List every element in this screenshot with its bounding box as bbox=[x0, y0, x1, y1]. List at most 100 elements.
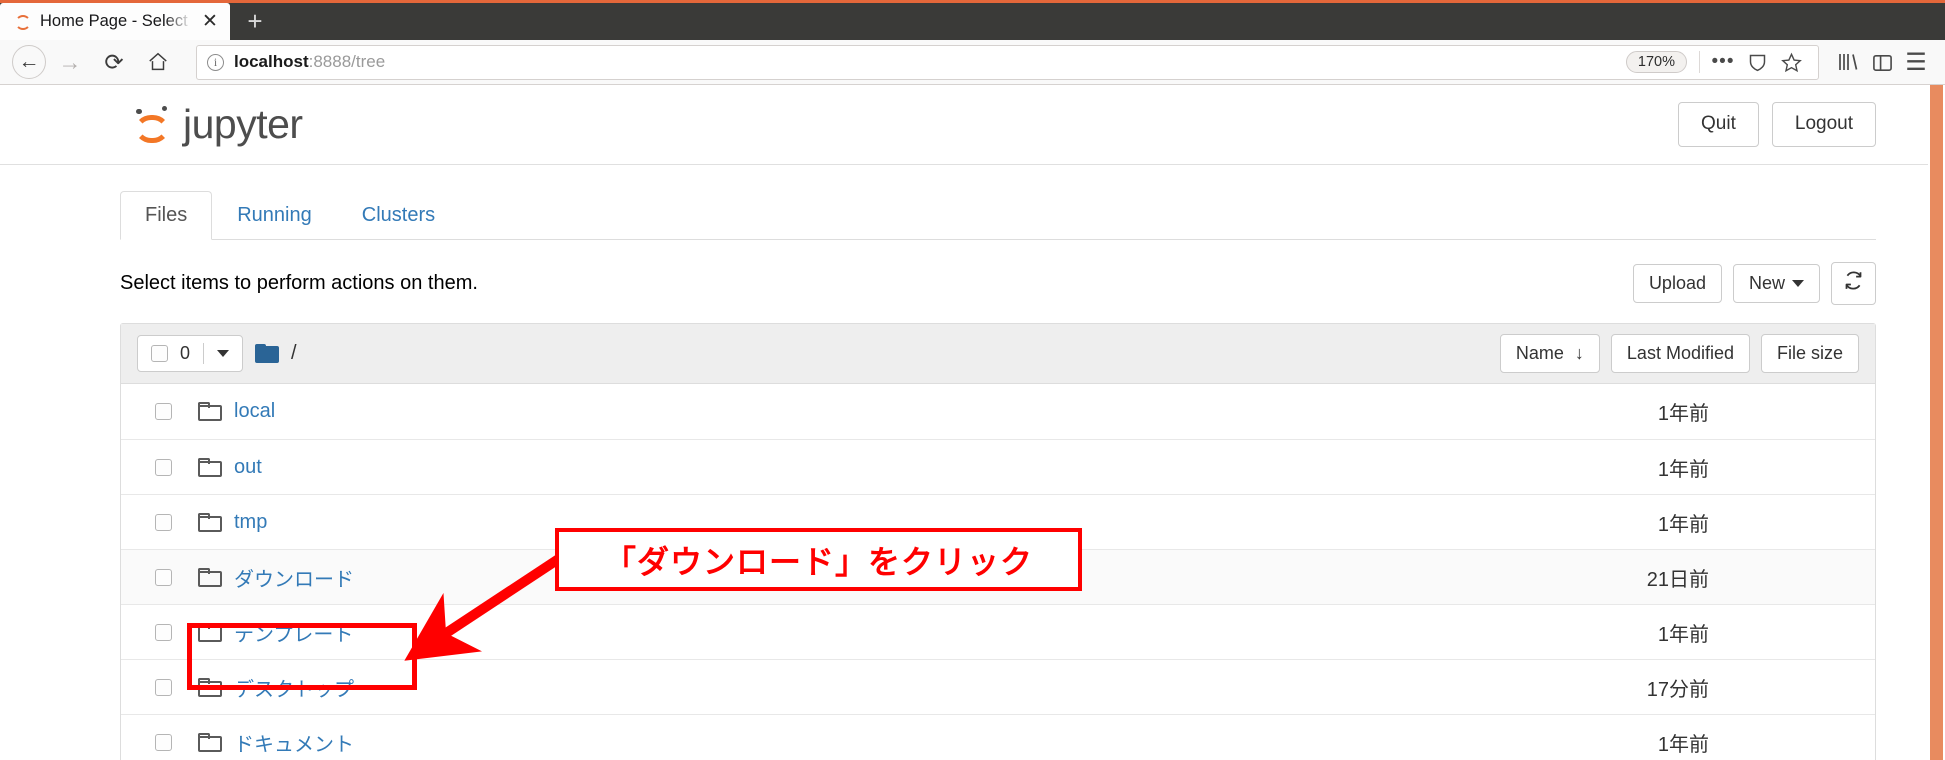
sort-file-size-button[interactable]: File size bbox=[1760, 333, 1859, 374]
file-listing-header: 0 / Name ↓ Last Modified File size bbox=[121, 323, 1875, 385]
jupyter-page: jupyter Quit Logout Files Running Cluste… bbox=[0, 85, 1928, 760]
file-modified: 17分前 bbox=[1646, 678, 1709, 701]
shield-icon[interactable] bbox=[1740, 45, 1774, 79]
folder-icon bbox=[198, 622, 222, 642]
new-dropdown-label: New bbox=[1748, 272, 1785, 293]
sidebar-icon[interactable] bbox=[1865, 45, 1899, 79]
close-icon[interactable]: ✕ bbox=[200, 12, 220, 31]
jupyter-header-buttons: Quit Logout bbox=[1678, 102, 1876, 147]
file-name-link[interactable]: local bbox=[234, 400, 275, 423]
file-modified: 1年前 bbox=[1657, 458, 1709, 481]
row-checkbox[interactable] bbox=[155, 623, 172, 641]
file-modified: 21日前 bbox=[1646, 568, 1709, 591]
browser-tab-title: Home Page - Select or cr bbox=[40, 12, 192, 30]
sort-name-label: Name bbox=[1515, 342, 1564, 363]
row-checkbox[interactable] bbox=[155, 403, 172, 421]
new-tab-button[interactable]: + bbox=[230, 3, 280, 40]
scrollbar-thumb[interactable] bbox=[1930, 85, 1943, 760]
file-rows: local 1年前 out 1年前 tmp 1年前 ダウンロード 21日前 テンプレート 1年前デ… bbox=[121, 384, 1875, 760]
row-checkbox[interactable] bbox=[155, 513, 172, 531]
file-modified: 1年前 bbox=[1657, 513, 1709, 536]
table-row[interactable]: テンプレート 1年前 bbox=[121, 604, 1875, 659]
library-icon[interactable] bbox=[1831, 45, 1865, 79]
jupyter-tabs: Files Running Clusters bbox=[120, 191, 1876, 240]
reload-icon[interactable]: ⟳ bbox=[94, 43, 134, 81]
back-icon[interactable]: ← bbox=[12, 45, 46, 79]
file-name-link[interactable]: tmp bbox=[234, 511, 267, 534]
table-row[interactable]: デスクトップ 17分前 bbox=[121, 659, 1875, 714]
zoom-level-badge[interactable]: 170% bbox=[1625, 51, 1687, 73]
file-listing: 0 / Name ↓ Last Modified File size local… bbox=[120, 322, 1876, 760]
chevron-down-icon bbox=[1792, 280, 1804, 288]
jupyter-favicon-icon bbox=[14, 13, 32, 31]
table-row[interactable]: local 1年前 bbox=[121, 384, 1875, 439]
table-row[interactable]: ドキュメント 1年前 bbox=[121, 714, 1875, 760]
sort-controls: Name ↓ Last Modified File size bbox=[1499, 333, 1859, 374]
url-host: localhost bbox=[234, 52, 309, 71]
folder-icon bbox=[198, 402, 222, 422]
tab-clusters[interactable]: Clusters bbox=[337, 191, 460, 240]
more-options-icon[interactable]: ••• bbox=[1706, 45, 1740, 79]
selection-hint: Select items to perform actions on them. bbox=[120, 271, 478, 294]
file-name-link[interactable]: out bbox=[234, 456, 262, 479]
forward-icon[interactable]: → bbox=[50, 43, 90, 81]
upload-button[interactable]: Upload bbox=[1632, 263, 1722, 304]
table-row[interactable]: ダウンロード 21日前 bbox=[121, 549, 1875, 605]
tab-files[interactable]: Files bbox=[120, 191, 213, 240]
tab-running[interactable]: Running bbox=[212, 191, 337, 240]
chevron-down-icon bbox=[217, 349, 230, 357]
selection-dropdown-button[interactable] bbox=[203, 342, 242, 364]
row-checkbox[interactable] bbox=[155, 568, 172, 586]
sort-name-button[interactable]: Name ↓ bbox=[1499, 333, 1600, 374]
info-icon[interactable]: i bbox=[207, 53, 224, 71]
file-name-link[interactable]: テンプレート bbox=[234, 618, 353, 647]
folder-icon bbox=[198, 567, 222, 587]
jupyter-logo-icon bbox=[130, 103, 174, 147]
url-text: localhost:8888/tree bbox=[234, 52, 385, 72]
new-dropdown-button[interactable]: New bbox=[1732, 263, 1820, 304]
page-viewport: jupyter Quit Logout Files Running Cluste… bbox=[0, 85, 1945, 760]
browser-toolbar-right: ☰ bbox=[1831, 45, 1933, 79]
row-checkbox[interactable] bbox=[155, 733, 172, 751]
quit-button[interactable]: Quit bbox=[1678, 102, 1759, 147]
url-bar[interactable]: i localhost:8888/tree 170% ••• bbox=[196, 44, 1819, 80]
folder-icon bbox=[198, 457, 222, 477]
browser-tab-strip: Home Page - Select or cr ✕ + bbox=[0, 0, 1945, 40]
url-path: :8888/tree bbox=[308, 52, 386, 71]
select-all-cell[interactable]: 0 bbox=[138, 336, 203, 371]
browser-tab[interactable]: Home Page - Select or cr ✕ bbox=[0, 3, 230, 40]
row-checkbox[interactable] bbox=[155, 458, 172, 476]
file-modified: 1年前 bbox=[1657, 623, 1709, 646]
file-modified: 1年前 bbox=[1657, 733, 1709, 756]
refresh-icon bbox=[1845, 271, 1862, 290]
browser-navigation-bar: ← → ⟳ i localhost:8888/tree 170% ••• ☰ bbox=[0, 40, 1945, 85]
table-row[interactable]: tmp 1年前 bbox=[121, 494, 1875, 549]
select-all-group: 0 bbox=[137, 334, 244, 372]
logout-button[interactable]: Logout bbox=[1771, 102, 1876, 147]
breadcrumb[interactable]: / bbox=[291, 342, 297, 365]
action-buttons: Upload New bbox=[1632, 262, 1876, 305]
file-name-link[interactable]: デスクトップ bbox=[234, 673, 354, 702]
jupyter-logo[interactable]: jupyter bbox=[130, 101, 303, 148]
vertical-scrollbar[interactable] bbox=[1928, 85, 1945, 760]
refresh-button[interactable] bbox=[1831, 262, 1876, 305]
folder-icon bbox=[198, 677, 222, 697]
jupyter-header: jupyter Quit Logout bbox=[0, 85, 1928, 165]
jupyter-logo-text: jupyter bbox=[183, 101, 303, 147]
sort-last-modified-button[interactable]: Last Modified bbox=[1610, 333, 1750, 374]
folder-icon bbox=[198, 732, 222, 752]
action-row: Select items to perform actions on them.… bbox=[0, 240, 1928, 305]
table-row[interactable]: out 1年前 bbox=[121, 439, 1875, 494]
file-name-link[interactable]: ドキュメント bbox=[234, 728, 354, 757]
arrow-down-icon: ↓ bbox=[1574, 342, 1584, 363]
divider bbox=[1699, 51, 1700, 73]
file-name-link[interactable]: ダウンロード bbox=[234, 563, 354, 592]
row-checkbox[interactable] bbox=[155, 678, 172, 696]
bookmark-star-icon[interactable] bbox=[1774, 45, 1808, 79]
hamburger-menu-icon[interactable]: ☰ bbox=[1899, 45, 1933, 79]
jupyter-tabs-wrapper: Files Running Clusters bbox=[0, 165, 1928, 240]
selected-count: 0 bbox=[180, 342, 191, 363]
select-all-checkbox[interactable] bbox=[151, 344, 168, 362]
home-icon[interactable] bbox=[138, 43, 178, 81]
file-modified: 1年前 bbox=[1657, 403, 1709, 426]
